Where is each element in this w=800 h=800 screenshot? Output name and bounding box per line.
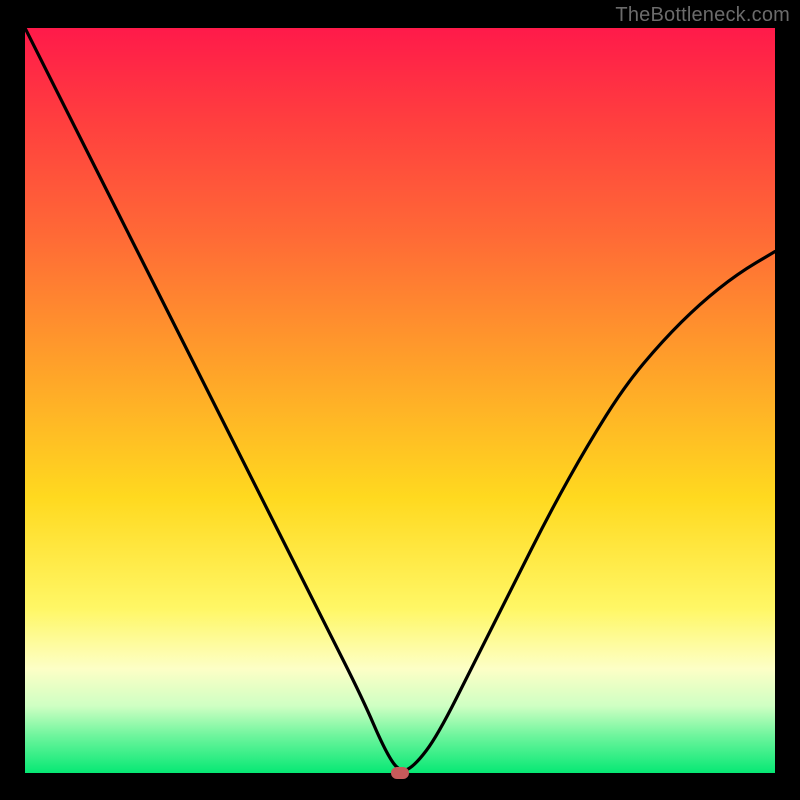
watermark-text: TheBottleneck.com [615, 4, 790, 27]
bottleneck-curve [25, 28, 775, 773]
plot-area [25, 28, 775, 773]
chart-frame: TheBottleneck.com [0, 0, 800, 800]
optimal-point-marker [391, 767, 409, 779]
